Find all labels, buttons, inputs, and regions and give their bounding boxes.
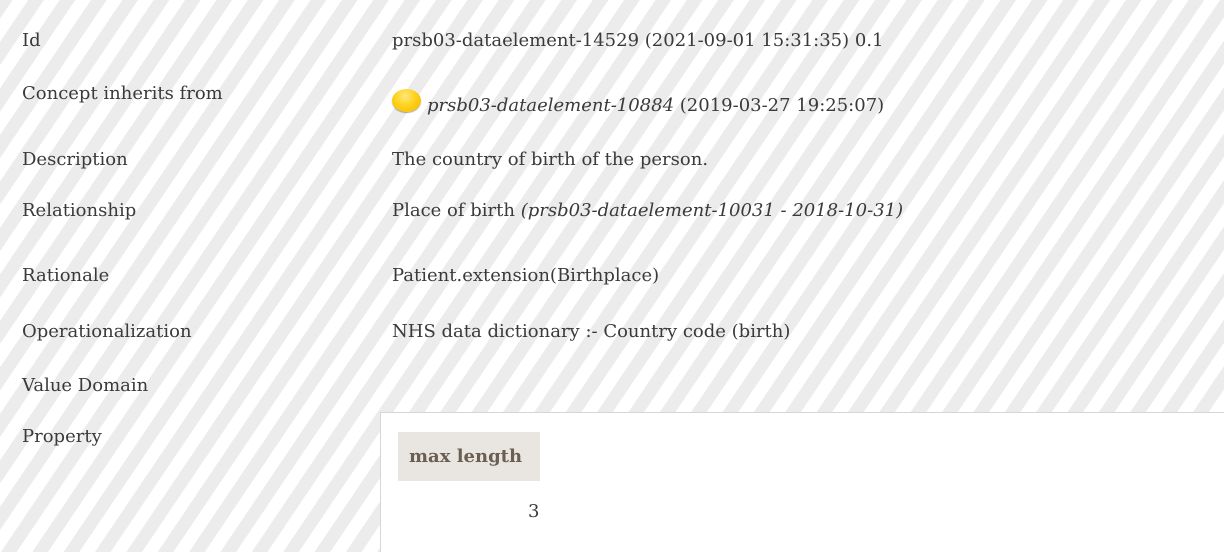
status-dot-icon (392, 89, 421, 112)
row-relationship: Relationship Place of birth (prsb03-data… (0, 199, 1224, 235)
value-concept-inherits: prsb03-dataelement-10884 (2019-03-27 19:… (392, 89, 884, 118)
value-relationship: Place of birth (prsb03-dataelement-10031… (392, 199, 903, 223)
row-id: Id prsb03-dataelement-14529 (2021-09-01 … (0, 29, 1224, 65)
label-value-domain: Value Domain (22, 375, 149, 396)
label-rationale: Rationale (22, 265, 110, 286)
row-description: Description The country of birth of the … (0, 148, 1224, 184)
label-operationalization: Operationalization (22, 321, 192, 342)
label-concept-inherits: Concept inherits from (22, 83, 223, 104)
property-table: max length 3 (380, 412, 1224, 552)
property-column-header: max length (398, 432, 540, 481)
label-id: Id (22, 30, 41, 51)
row-value-domain: Value Domain (0, 374, 1224, 410)
label-relationship: Relationship (22, 200, 137, 221)
row-concept-inherits: Concept inherits from prsb03-dataelement… (0, 82, 1224, 118)
value-rationale: Patient.extension(Birthplace) (392, 265, 660, 286)
relationship-name: Place of birth (392, 200, 515, 221)
relationship-reference: (prsb03-dataelement-10031 - 2018-10-31) (520, 200, 904, 221)
value-id: prsb03-dataelement-14529 (2021-09-01 15:… (392, 30, 884, 51)
row-rationale: Rationale Patient.extension(Birthplace) (0, 264, 1224, 300)
label-property: Property (22, 426, 102, 447)
inherits-reference-link[interactable]: prsb03-dataelement-10884 (427, 95, 674, 116)
value-description: The country of birth of the person. (392, 149, 709, 170)
label-description: Description (22, 149, 128, 170)
value-operationalization: NHS data dictionary :- Country code (bir… (392, 321, 791, 342)
row-operationalization: Operationalization NHS data dictionary :… (0, 320, 1224, 356)
property-cell-value: 3 (528, 501, 540, 522)
inherits-date: (2019-03-27 19:25:07) (679, 95, 885, 116)
